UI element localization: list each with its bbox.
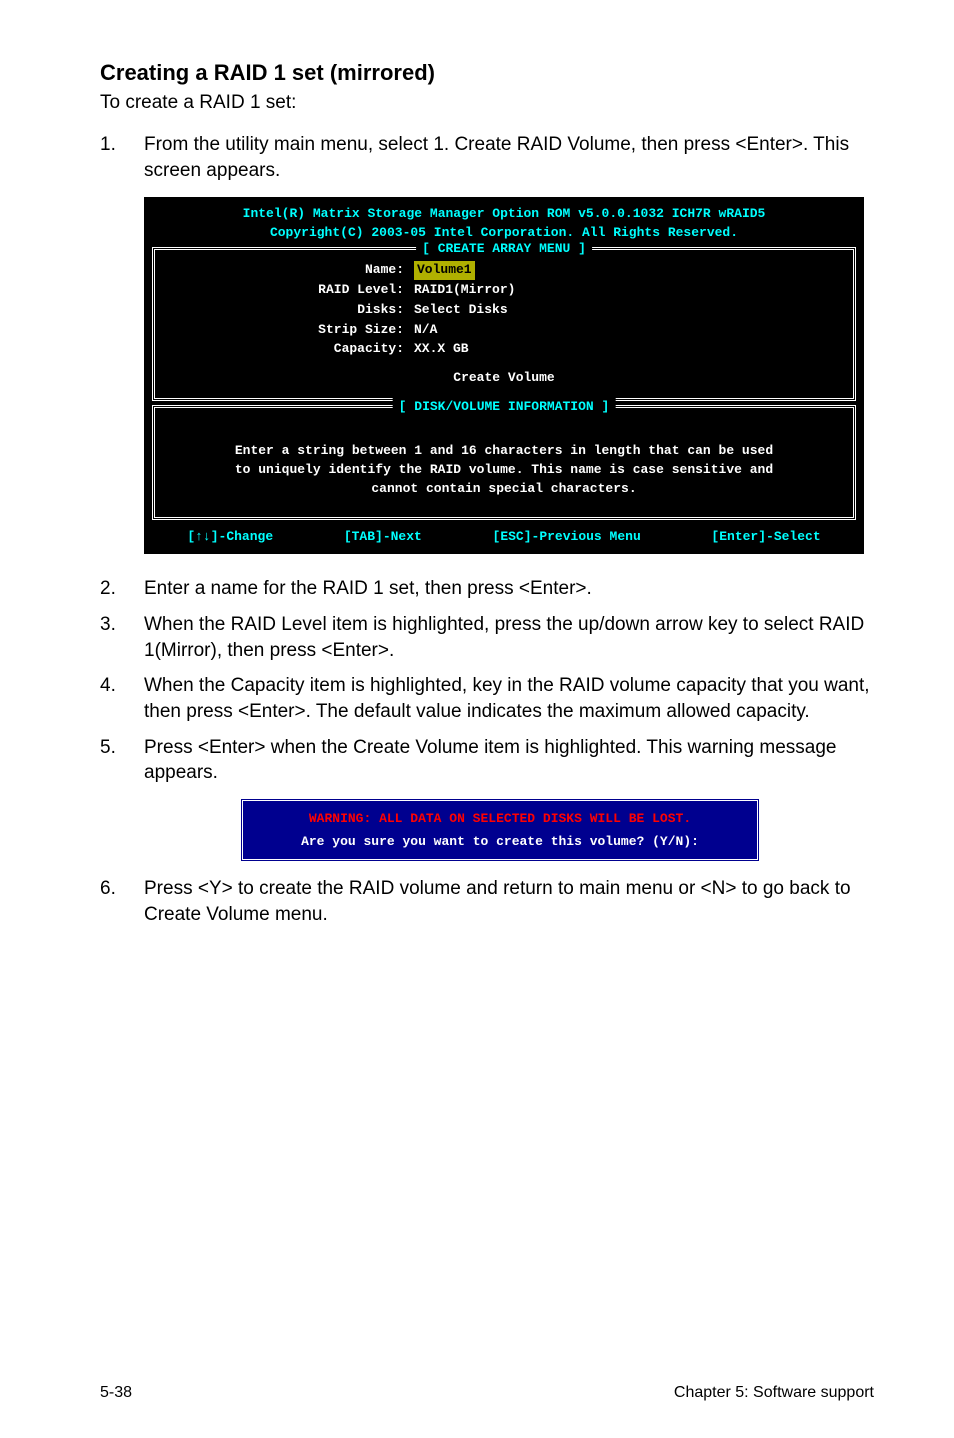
label-strip-size: Strip Size:: [169, 321, 414, 340]
step-5: 5. Press <Enter> when the Create Volume …: [100, 735, 874, 786]
step-text: When the Capacity item is highlighted, k…: [144, 673, 874, 724]
value-strip-size: N/A: [414, 321, 437, 340]
create-volume-action[interactable]: Create Volume: [169, 369, 839, 388]
nav-esc: [ESC]-Previous Menu: [493, 528, 641, 547]
value-capacity[interactable]: XX.X GB: [414, 340, 469, 359]
footer-chapter: Chapter 5: Software support: [674, 1384, 874, 1402]
bios-console: Intel(R) Matrix Storage Manager Option R…: [144, 197, 864, 554]
bios-header-line1: Intel(R) Matrix Storage Manager Option R…: [144, 205, 864, 224]
disk-info-line1: Enter a string between 1 and 16 characte…: [199, 442, 809, 461]
page-footer: 5-38 Chapter 5: Software support: [100, 1384, 874, 1402]
field-strip-size: Strip Size: N/A: [169, 321, 839, 340]
step-text: From the utility main menu, select 1. Cr…: [144, 132, 874, 183]
step-text: Enter a name for the RAID 1 set, then pr…: [144, 576, 874, 602]
step-number: 3.: [100, 612, 144, 663]
warning-box: WARNING: ALL DATA ON SELECTED DISKS WILL…: [240, 798, 760, 862]
step-text: When the RAID Level item is highlighted,…: [144, 612, 874, 663]
field-capacity: Capacity: XX.X GB: [169, 340, 839, 359]
page-heading: Creating a RAID 1 set (mirrored): [100, 60, 874, 86]
label-raid-level: RAID Level:: [169, 281, 414, 300]
nav-tab: [TAB]-Next: [344, 528, 422, 547]
disk-volume-info-title: [ DISK/VOLUME INFORMATION ]: [393, 398, 616, 417]
warning-title: WARNING: ALL DATA ON SELECTED DISKS WILL…: [261, 811, 739, 826]
step-number: 1.: [100, 132, 144, 183]
step-number: 4.: [100, 673, 144, 724]
bios-navbar: [↑↓]-Change [TAB]-Next [ESC]-Previous Me…: [144, 524, 864, 555]
step-6: 6. Press <Y> to create the RAID volume a…: [100, 876, 874, 927]
create-array-title: [ CREATE ARRAY MENU ]: [416, 240, 592, 259]
field-disks: Disks: Select Disks: [169, 301, 839, 320]
create-array-frame: [ CREATE ARRAY MENU ] Name: Volume1 RAID…: [152, 247, 856, 401]
disk-volume-info-frame: [ DISK/VOLUME INFORMATION ] Enter a stri…: [152, 405, 856, 520]
step-4: 4. When the Capacity item is highlighted…: [100, 673, 874, 724]
nav-change: [↑↓]-Change: [187, 528, 273, 547]
step-1: 1. From the utility main menu, select 1.…: [100, 132, 874, 183]
step-3: 3. When the RAID Level item is highlight…: [100, 612, 874, 663]
step-number: 5.: [100, 735, 144, 786]
step-text: Press <Enter> when the Create Volume ite…: [144, 735, 874, 786]
footer-page-number: 5-38: [100, 1384, 132, 1402]
step-2: 2. Enter a name for the RAID 1 set, then…: [100, 576, 874, 602]
value-disks[interactable]: Select Disks: [414, 301, 508, 320]
label-disks: Disks:: [169, 301, 414, 320]
step-number: 2.: [100, 576, 144, 602]
disk-info-line2: to uniquely identify the RAID volume. Th…: [199, 461, 809, 480]
value-raid-level[interactable]: RAID1(Mirror): [414, 281, 515, 300]
step-text: Press <Y> to create the RAID volume and …: [144, 876, 874, 927]
warning-prompt[interactable]: Are you sure you want to create this vol…: [301, 834, 699, 849]
nav-enter: [Enter]-Select: [711, 528, 820, 547]
intro-text: To create a RAID 1 set:: [100, 92, 874, 114]
value-name[interactable]: Volume1: [414, 261, 475, 280]
step-number: 6.: [100, 876, 144, 927]
label-name: Name:: [169, 261, 414, 280]
field-name: Name: Volume1: [169, 261, 839, 280]
label-capacity: Capacity:: [169, 340, 414, 359]
field-raid-level: RAID Level: RAID1(Mirror): [169, 281, 839, 300]
disk-info-line3: cannot contain special characters.: [199, 480, 809, 499]
